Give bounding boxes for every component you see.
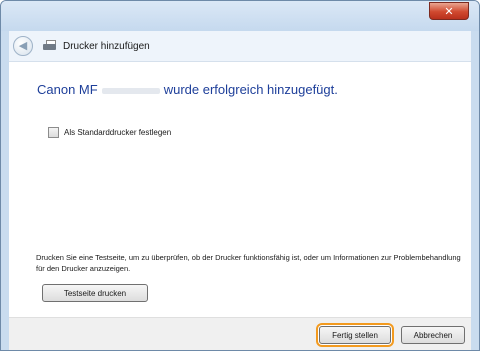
back-button[interactable]: ◀ [13,36,33,56]
redacted-model-name [101,87,160,94]
print-test-page-button[interactable]: Testseite drucken [42,284,148,302]
default-printer-checkbox[interactable] [48,127,59,138]
success-heading: Canon MF wurde erfolgreich hinzugefügt. [37,82,338,97]
window-frame: ✕ [1,1,479,31]
default-printer-label[interactable]: Als Standarddrucker festlegen [64,128,171,137]
close-icon: ✕ [444,5,454,18]
test-page-info-text: Drucken Sie eine Testseite, um zu überpr… [36,253,461,273]
close-button[interactable]: ✕ [429,2,469,20]
finish-button[interactable]: Fertig stellen [319,326,391,344]
cancel-button[interactable]: Abbrechen [401,326,465,344]
default-printer-option[interactable]: Als Standarddrucker festlegen [48,127,171,138]
heading-suffix: wurde erfolgreich hinzugefügt. [163,82,338,97]
heading-prefix: Canon MF [37,82,98,97]
back-arrow-icon: ◀ [18,39,28,52]
window-title: Drucker hinzufügen [63,40,150,52]
dialog-footer: Fertig stellen Abbrechen [9,317,471,350]
wizard-content: Canon MF wurde erfolgreich hinzugefügt. A… [9,62,471,317]
add-printer-dialog: ✕ ◀ Drucker hinzufügen Canon MF wurde erf… [0,0,480,351]
printer-icon [43,40,57,52]
wizard-header: ◀ Drucker hinzufügen [9,31,471,62]
